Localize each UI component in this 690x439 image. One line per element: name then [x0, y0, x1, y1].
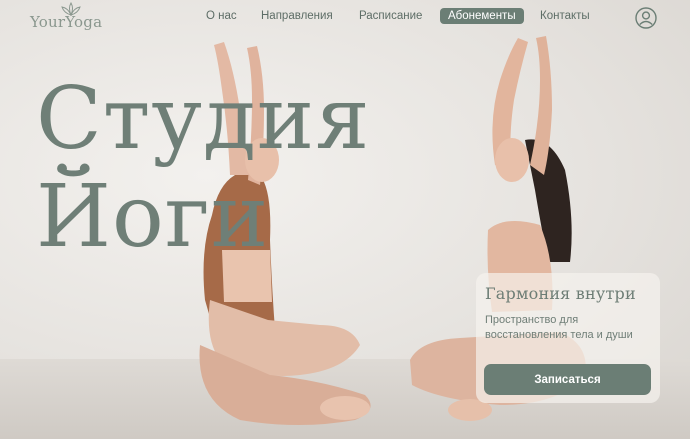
- logo[interactable]: YourYoga: [30, 2, 112, 36]
- hero-title-line2: Йоги: [36, 167, 270, 267]
- nav-item-directions[interactable]: Направления: [261, 10, 333, 22]
- logo-text: YourYoga: [30, 13, 103, 31]
- card-title: Гармония внутри: [485, 284, 636, 303]
- signup-button[interactable]: Записаться: [484, 364, 651, 395]
- user-icon[interactable]: [635, 7, 657, 29]
- site-header: YourYoga О нас Направления Расписание Аб…: [0, 0, 690, 38]
- card-description: Пространство для восстановления тела и д…: [485, 314, 633, 341]
- hero-title-line1: Студия: [36, 69, 371, 169]
- signup-card: Гармония внутри Пространство для восстан…: [476, 273, 660, 403]
- nav-item-memberships[interactable]: Абонементы: [440, 8, 524, 24]
- hero-title: Студия Йоги: [36, 70, 371, 266]
- nav-item-contacts[interactable]: Контакты: [540, 10, 590, 22]
- nav-item-about[interactable]: О нас: [206, 10, 237, 22]
- nav-item-schedule[interactable]: Расписание: [359, 10, 422, 22]
